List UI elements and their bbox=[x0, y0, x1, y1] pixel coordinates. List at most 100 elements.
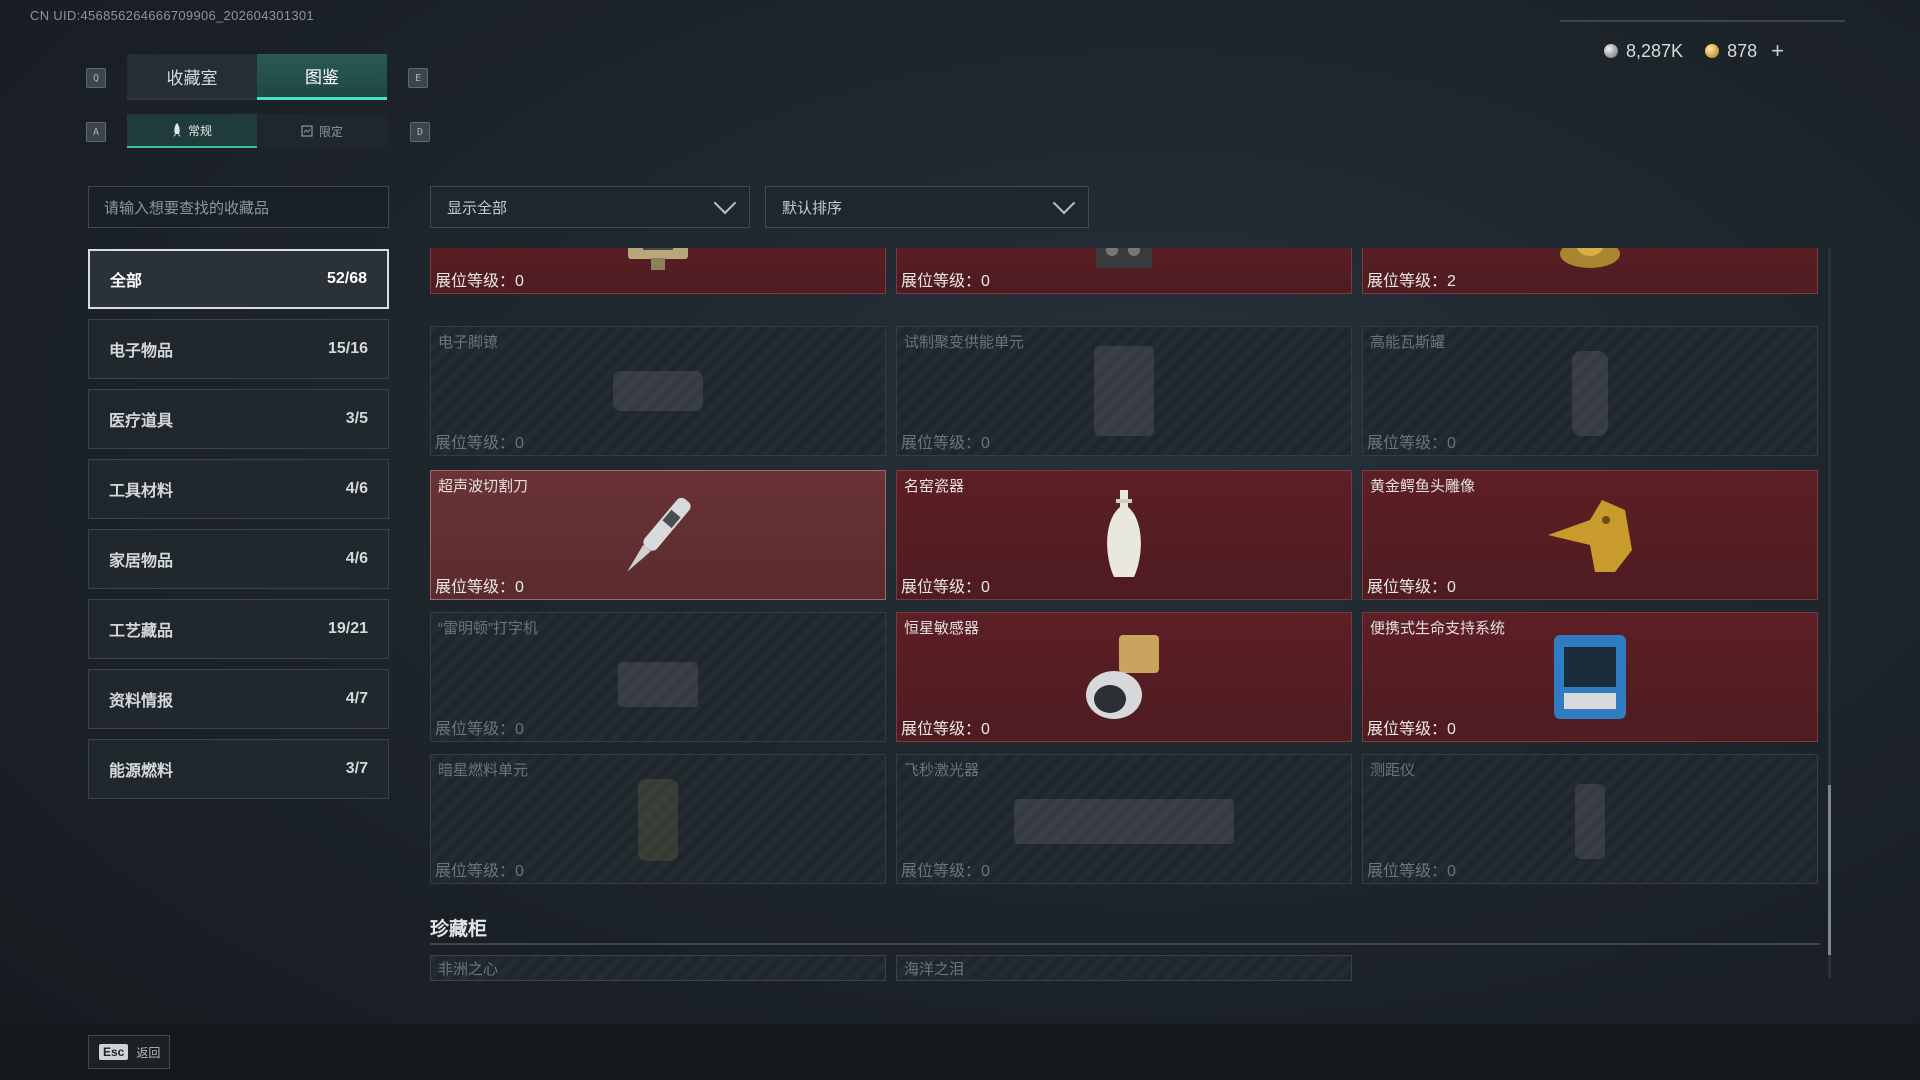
item-name: 飞秒激光器 bbox=[904, 762, 980, 779]
key-q-hint: Q bbox=[86, 68, 106, 88]
fusion-unit-icon bbox=[1094, 346, 1154, 436]
gas-tank-icon bbox=[1572, 351, 1608, 436]
cabinet-item[interactable]: 海洋之泪 bbox=[896, 955, 1352, 981]
sort-value: 默认排序 bbox=[782, 199, 843, 217]
category-medical[interactable]: 医疗道具 3/5 bbox=[88, 389, 389, 449]
subtab-limited[interactable]: 限定 bbox=[257, 114, 387, 148]
category-electronics[interactable]: 电子物品 15/16 bbox=[88, 319, 389, 379]
life-support-icon bbox=[1554, 635, 1626, 719]
back-label: 返回 bbox=[136, 1045, 161, 1060]
category-label: 全部 bbox=[110, 273, 143, 290]
category-label: 电子物品 bbox=[109, 343, 174, 360]
uid-label: CN UID:456856264666709906_202604301301 bbox=[30, 8, 314, 23]
gold-amount: 878 bbox=[1727, 40, 1758, 61]
filter-dropdown[interactable]: 显示全部 bbox=[430, 186, 750, 228]
item-card-selected[interactable]: 超声波切割刀 展位等级：0 bbox=[430, 470, 886, 600]
item-name: 高能瓦斯罐 bbox=[1370, 334, 1446, 351]
item-card[interactable]: 高能瓦斯罐 展位等级：0 bbox=[1362, 326, 1818, 456]
cabinet-item[interactable]: 非洲之心 bbox=[430, 955, 886, 981]
category-label: 能源燃料 bbox=[109, 763, 174, 780]
item-card[interactable]: 恒星敏感器 展位等级：0 bbox=[896, 612, 1352, 742]
gold-crocodile-icon bbox=[1548, 500, 1632, 572]
back-button[interactable]: Esc 返回 bbox=[88, 1035, 170, 1069]
category-label: 医疗道具 bbox=[109, 413, 174, 430]
ankle-monitor-icon bbox=[613, 371, 703, 411]
display-level: 展位等级：0 bbox=[435, 721, 524, 738]
item-card[interactable]: 测距仪 展位等级：0 bbox=[1362, 754, 1818, 884]
item-name: 黄金鳄鱼头雕像 bbox=[1370, 478, 1476, 495]
category-energy[interactable]: 能源燃料 3/7 bbox=[88, 739, 389, 799]
item-card[interactable]: 电子脚镣 展位等级：0 bbox=[430, 326, 886, 456]
silver-amount: 8,287K bbox=[1626, 40, 1684, 61]
silver-coin-icon bbox=[1604, 44, 1618, 58]
item-card[interactable]: 黄金鳄鱼头雕像 展位等级：0 bbox=[1362, 470, 1818, 600]
ultrasonic-knife-icon bbox=[627, 497, 691, 572]
category-count: 4/7 bbox=[345, 690, 368, 707]
bottom-bar bbox=[0, 1024, 1920, 1080]
item-card[interactable]: 展位等级：2 bbox=[1362, 248, 1818, 294]
section-divider bbox=[430, 943, 1820, 945]
device-icon bbox=[628, 248, 688, 270]
laser-icon bbox=[1014, 799, 1234, 844]
esc-key: Esc bbox=[99, 1044, 129, 1060]
display-level: 展位等级：0 bbox=[435, 435, 524, 452]
radio-icon bbox=[1096, 248, 1152, 268]
category-count: 3/5 bbox=[345, 410, 368, 427]
chevron-down-icon bbox=[713, 191, 737, 215]
typewriter-icon bbox=[618, 662, 698, 707]
item-name: 暗星燃料单元 bbox=[438, 762, 529, 779]
card-icon bbox=[301, 125, 313, 137]
item-card[interactable]: “雷明顿”打字机 展位等级：0 bbox=[430, 612, 886, 742]
category-household[interactable]: 家居物品 4/6 bbox=[88, 529, 389, 589]
sort-dropdown[interactable]: 默认排序 bbox=[765, 186, 1089, 228]
category-label: 资料情报 bbox=[109, 693, 174, 710]
cabinet-title: 珍藏柜 bbox=[430, 919, 488, 940]
item-card[interactable]: 飞秒激光器 展位等级：0 bbox=[896, 754, 1352, 884]
category-count: 52/68 bbox=[326, 270, 367, 287]
search-input[interactable]: 请输入想要查找的收藏品 bbox=[88, 186, 389, 228]
subtab-regular[interactable]: 常规 bbox=[127, 114, 257, 148]
tab-collection-room[interactable]: 收藏室 bbox=[127, 54, 257, 100]
category-intel[interactable]: 资料情报 4/7 bbox=[88, 669, 389, 729]
item-name: 试制聚变供能单元 bbox=[904, 334, 1025, 351]
category-label: 工具材料 bbox=[109, 483, 174, 500]
tab-catalog[interactable]: 图鉴 bbox=[257, 54, 387, 100]
category-crafts[interactable]: 工艺藏品 19/21 bbox=[88, 599, 389, 659]
category-count: 3/7 bbox=[345, 760, 368, 777]
category-all[interactable]: 全部 52/68 bbox=[88, 249, 389, 309]
item-card[interactable]: 便携式生命支持系统 展位等级：0 bbox=[1362, 612, 1818, 742]
subtab-regular-label: 常规 bbox=[187, 123, 212, 138]
item-card[interactable]: 试制聚变供能单元 展位等级：0 bbox=[896, 326, 1352, 456]
porcelain-vase-icon bbox=[1107, 490, 1141, 577]
category-tools[interactable]: 工具材料 4/6 bbox=[88, 459, 389, 519]
item-card[interactable]: 展位等级：0 bbox=[896, 248, 1352, 294]
key-d-hint: D bbox=[410, 122, 430, 142]
category-label: 家居物品 bbox=[109, 553, 174, 570]
category-label: 工艺藏品 bbox=[109, 623, 174, 640]
category-count: 15/16 bbox=[327, 340, 368, 357]
item-card[interactable]: 展位等级：0 bbox=[430, 248, 886, 294]
item-card[interactable]: 名窑瓷器 展位等级：0 bbox=[896, 470, 1352, 600]
item-card[interactable]: 暗星燃料单元 展位等级：0 bbox=[430, 754, 886, 884]
fuel-cell-icon bbox=[638, 779, 678, 861]
item-name: 测距仪 bbox=[1370, 762, 1416, 779]
display-level: 展位等级：0 bbox=[901, 579, 990, 596]
item-name: 便携式生命支持系统 bbox=[1370, 620, 1506, 637]
top-divider bbox=[1560, 20, 1845, 22]
subtab-limited-label: 限定 bbox=[318, 124, 343, 139]
filter-value: 显示全部 bbox=[447, 199, 508, 217]
display-level: 展位等级：0 bbox=[435, 579, 524, 596]
display-level: 展位等级：0 bbox=[435, 273, 524, 290]
currency-bar: 8,287K 878 + bbox=[1604, 40, 1784, 62]
key-e-hint: E bbox=[408, 68, 428, 88]
add-currency-button[interactable]: + bbox=[1771, 40, 1784, 62]
display-level: 展位等级：2 bbox=[1367, 273, 1456, 290]
display-level: 展位等级：0 bbox=[1367, 863, 1456, 880]
display-level: 展位等级：0 bbox=[901, 863, 990, 880]
item-name: “雷明顿”打字机 bbox=[438, 620, 538, 637]
item-grid: 展位等级：0 展位等级：0 展位等级：2 电子脚镣 展位等级：0 试制聚变供能单… bbox=[430, 248, 1820, 888]
rocket-icon bbox=[172, 123, 181, 137]
display-level: 展位等级：0 bbox=[1367, 721, 1456, 738]
grid-scrollbar-thumb[interactable] bbox=[1828, 785, 1831, 955]
category-count: 4/6 bbox=[345, 550, 368, 567]
